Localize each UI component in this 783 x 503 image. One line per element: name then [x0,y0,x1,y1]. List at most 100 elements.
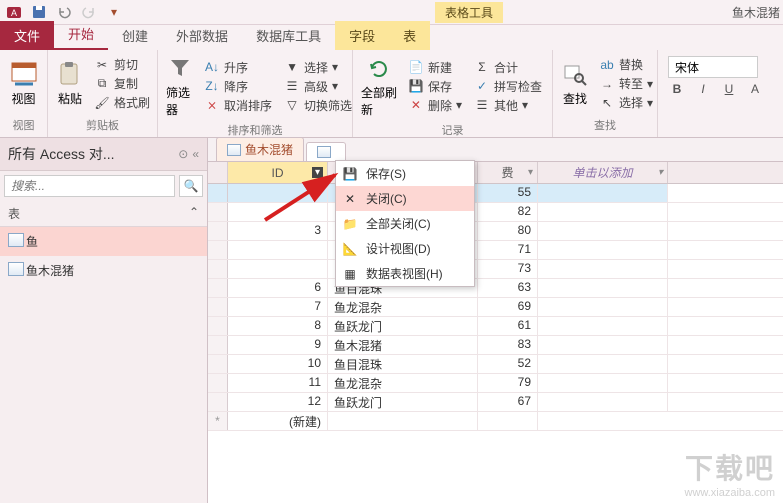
menu-item-datasheet[interactable]: ▦数据表视图(H) [336,261,474,286]
cell-id[interactable]: 9 [228,336,328,354]
totals-button[interactable]: Σ合计 [470,58,546,77]
tab-database-tools[interactable]: 数据库工具 [242,21,335,50]
new-record-button[interactable]: 📄新建 [404,58,466,77]
cell-id[interactable]: 10 [228,355,328,373]
cell-id[interactable] [228,203,328,221]
table-row[interactable]: 9 鱼木混猪 83 [208,336,783,355]
row-selector[interactable] [208,355,228,373]
cell-f3[interactable]: 52 [478,355,538,373]
cell-add[interactable] [538,203,668,221]
cell-f2[interactable]: 鱼跃龙门 [328,393,478,411]
bold-button[interactable]: B [668,82,686,96]
row-selector[interactable] [208,222,228,240]
col-header-add[interactable]: 单击以添加▾ [538,162,668,183]
row-selector[interactable] [208,184,228,202]
cell-add[interactable] [538,374,668,392]
row-selector[interactable] [208,393,228,411]
doc-tab-1[interactable] [306,142,346,161]
access-app-icon[interactable]: A [3,1,25,23]
table-row[interactable]: 82 [208,203,783,222]
paste-button[interactable]: 粘贴 [54,52,86,115]
find-button[interactable]: 查找 [559,52,591,115]
nav-dropdown-icon[interactable]: ⊙ [178,147,188,161]
row-selector[interactable] [208,203,228,221]
format-painter-button[interactable]: 🖌格式刷 [90,93,154,112]
cell-id[interactable]: 12 [228,393,328,411]
doc-tab-0[interactable]: 鱼木混猪 [216,137,304,161]
cell-id[interactable] [228,260,328,278]
row-selector[interactable] [208,260,228,278]
spelling-button[interactable]: ✓拼写检查 [470,77,546,96]
cell-f3[interactable]: 79 [478,374,538,392]
table-row[interactable]: 6 鱼目混珠 63 [208,279,783,298]
cell-add[interactable] [538,222,668,240]
cell-id[interactable]: 3 [228,222,328,240]
col-dropdown-icon[interactable]: ▾ [528,167,533,178]
row-selector[interactable] [208,279,228,297]
cell-f2[interactable]: 鱼目混珠 [328,355,478,373]
cell-f3[interactable]: 61 [478,317,538,335]
remove-sort-button[interactable]: ⨯取消排序 [200,96,276,115]
cell-f3[interactable]: 71 [478,241,538,259]
save-icon[interactable] [28,1,50,23]
cell-f3[interactable]: 55 [478,184,538,202]
selection-button[interactable]: ▼选择 ▾ [280,58,356,77]
nav-search-button[interactable]: 🔍 [179,175,203,197]
save-record-button[interactable]: 💾保存 [404,77,466,96]
table-row[interactable]: 10 鱼目混珠 52 [208,355,783,374]
view-button[interactable]: 视图 [6,52,41,115]
col-header-id[interactable]: ID▾ [228,162,328,183]
tab-home[interactable]: 开始 [54,19,108,50]
table-row[interactable]: 8 鱼跃龙门 61 [208,317,783,336]
more-button[interactable]: ☰其他 ▾ [470,96,546,115]
row-selector[interactable] [208,241,228,259]
cell-add[interactable] [538,279,668,297]
advanced-button[interactable]: ☰高级 ▾ [280,77,356,96]
cell-f2[interactable]: 鱼龙混杂 [328,374,478,392]
cell-id[interactable] [228,241,328,259]
row-selector[interactable] [208,298,228,316]
tab-external-data[interactable]: 外部数据 [162,21,242,50]
new-record-row[interactable]: * (新建) [208,412,783,431]
cell-add[interactable] [538,260,668,278]
refresh-all-button[interactable]: 全部刷新 [359,52,400,120]
nav-header[interactable]: 所有 Access 对... ⊙« [0,138,207,171]
cell-add[interactable] [538,298,668,316]
cell-f3[interactable]: 67 [478,393,538,411]
goto-button[interactable]: →转至 ▾ [595,74,657,93]
italic-button[interactable]: I [694,82,712,96]
cell-f3[interactable]: 82 [478,203,538,221]
nav-section-tables[interactable]: 表⌃ [0,201,207,227]
cell-f3[interactable]: 73 [478,260,538,278]
tab-table[interactable]: 表 [389,21,430,50]
cell-add[interactable] [538,355,668,373]
cell-add[interactable] [538,184,668,202]
cell-id[interactable] [228,184,328,202]
cell-add[interactable] [538,241,668,259]
cell-f3[interactable]: 83 [478,336,538,354]
menu-item-folder[interactable]: 📁全部关闭(C) [336,211,474,236]
cell-id[interactable]: 7 [228,298,328,316]
menu-item-design[interactable]: 📐设计视图(D) [336,236,474,261]
cell-f2[interactable]: 鱼龙混杂 [328,298,478,316]
table-row[interactable]: 3 80 [208,222,783,241]
nav-item-table-1[interactable]: 鱼木混猪 [0,256,207,285]
table-row[interactable]: 71 [208,241,783,260]
nav-item-table-0[interactable]: 鱼 [0,227,207,256]
cell-add[interactable] [538,317,668,335]
col-header-f3[interactable]: 费▾ [478,162,538,183]
sort-asc-button[interactable]: A↓升序 [200,58,276,77]
nav-collapse-icon[interactable]: « [192,147,199,161]
nav-search-input[interactable] [4,175,175,197]
row-selector[interactable] [208,317,228,335]
menu-item-close[interactable]: ✕关闭(C) [336,186,474,211]
file-tab[interactable]: 文件 [0,21,54,50]
select-button[interactable]: ↖选择 ▾ [595,93,657,112]
cell-f3[interactable]: 63 [478,279,538,297]
cell-f2[interactable]: 鱼跃龙门 [328,317,478,335]
toggle-filter-button[interactable]: ▽切换筛选 [280,96,356,115]
row-selector-header[interactable] [208,162,228,183]
tab-fields[interactable]: 字段 [335,21,389,50]
cut-button[interactable]: ✂剪切 [90,55,154,74]
col-dropdown-icon[interactable]: ▾ [312,167,323,178]
